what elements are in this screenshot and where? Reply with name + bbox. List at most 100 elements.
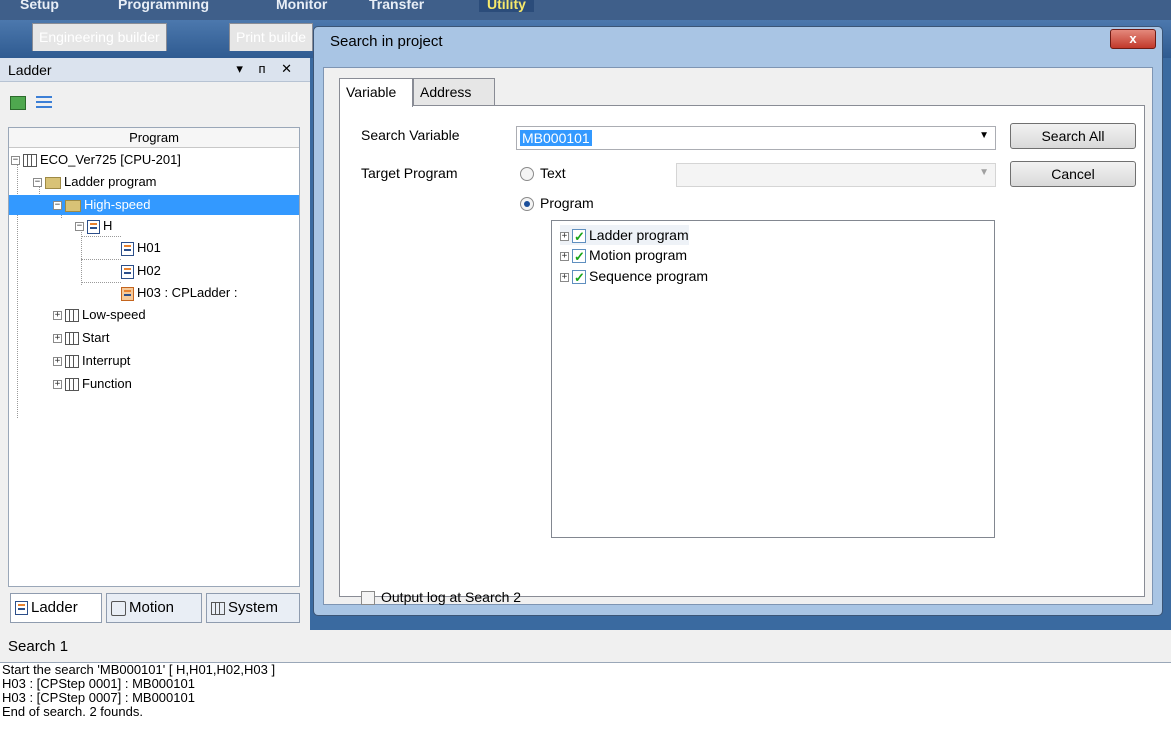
tree-node-label: High-speed — [84, 197, 151, 212]
target-program-label: Target Program — [361, 165, 458, 181]
search-variable-label: Search Variable — [361, 127, 460, 143]
tab-motion[interactable]: Motion — [106, 593, 202, 623]
tab-label: System — [228, 599, 279, 616]
ladder-pane-title: Ladder — [8, 62, 52, 78]
tree-node-label: Start — [82, 330, 110, 345]
system-icon — [211, 601, 225, 615]
ladder-pane: Program − ECO_Ver725 [CPU-201] − Ladder pr… — [0, 82, 310, 627]
tree-node-high-speed[interactable]: − High-speed — [9, 195, 299, 215]
expand-icon[interactable]: + — [560, 272, 569, 282]
list-view-icon[interactable] — [35, 95, 52, 110]
ladder-sheet-icon — [121, 241, 134, 256]
tree-node-root[interactable]: − ECO_Ver725 [CPU-201] — [11, 150, 181, 170]
program-tree-item-motion[interactable]: + Motion program — [560, 245, 688, 267]
tree-node-label: Low-speed — [82, 307, 146, 322]
menu-item-programming[interactable]: Programming — [118, 0, 209, 12]
tab-system[interactable]: System — [206, 593, 300, 623]
program-group-icon — [65, 332, 79, 346]
dropdown-arrow-icon[interactable]: ▼ — [979, 130, 989, 141]
radio-program[interactable] — [520, 197, 534, 211]
menu-item-utility[interactable]: Utility — [479, 0, 534, 12]
tree-node-h01[interactable]: H01 — [121, 238, 161, 258]
tree-node-h[interactable]: − H — [75, 216, 112, 236]
new-program-icon[interactable] — [10, 95, 26, 110]
tree-guide — [81, 259, 121, 260]
tree-guide — [81, 236, 121, 237]
cpladder-sheet-icon — [121, 286, 134, 301]
tab-ladder[interactable]: Ladder — [10, 593, 102, 623]
collapse-icon[interactable]: − — [53, 201, 62, 211]
expand-icon[interactable]: + — [560, 251, 569, 261]
tree-item-label: Sequence program — [589, 268, 709, 284]
program-tree-item-ladder[interactable]: + Ladder program — [560, 225, 689, 247]
expand-icon[interactable]: + — [560, 231, 569, 241]
output-log-checkbox[interactable] — [361, 591, 375, 605]
tree-node-function[interactable]: + Function — [53, 374, 132, 394]
tree-item-label: Motion program — [589, 247, 688, 263]
menu-item-monitor[interactable]: Monitor — [276, 0, 327, 12]
expand-icon[interactable]: + — [53, 357, 62, 367]
tree-node-label: H01 — [137, 240, 161, 255]
close-button[interactable]: x — [1110, 29, 1156, 49]
log-line[interactable]: H03 : [CPStep 0001] : MB000101 — [0, 677, 1171, 691]
collapse-icon[interactable]: − — [33, 178, 42, 188]
tab-label: Ladder — [31, 599, 78, 616]
search-results-log: Start the search 'MB000101' [ H,H01,H02,… — [0, 662, 1171, 738]
tab-print-builder[interactable]: Print builde — [229, 23, 314, 51]
expand-icon[interactable]: + — [53, 334, 62, 344]
tree-item-label: Ladder program — [589, 227, 689, 243]
search-dialog: Search in project x Variable Address Sea… — [313, 26, 1163, 616]
tree-node-h02[interactable]: H02 — [121, 261, 161, 281]
search-results-header: Search 1 — [0, 630, 1171, 662]
radio-program-label: Program — [540, 195, 594, 211]
tree-node-label: Interrupt — [82, 353, 131, 368]
tab-engineering-builder[interactable]: Engineering builder — [32, 23, 167, 51]
search-variable-combo[interactable]: MB000101 ▼ — [516, 126, 996, 150]
tree-node-start[interactable]: + Start — [53, 328, 109, 348]
expand-icon[interactable]: + — [53, 311, 62, 321]
log-line[interactable]: End of search. 2 founds. — [0, 705, 1171, 719]
text-combo[interactable]: ▼ — [676, 163, 996, 187]
tree-node-label: ECO_Ver725 [CPU-201] — [40, 152, 181, 167]
log-line[interactable]: Start the search 'MB000101' [ H,H01,H02,… — [0, 663, 1171, 677]
motion-icon — [111, 600, 126, 616]
checkbox-sequence-program[interactable] — [572, 268, 586, 288]
search-variable-value: MB000101 — [520, 130, 592, 146]
tree-guide — [81, 282, 121, 283]
tree-node-label: H02 — [137, 263, 161, 278]
program-group-icon — [65, 309, 79, 323]
tree-node-h03[interactable]: H03 : CPLadder : — [121, 283, 237, 303]
dropdown-arrow-icon[interactable]: ▼ — [979, 167, 989, 178]
pane-controls[interactable]: ▾ ᴨ ✕ — [236, 61, 298, 77]
tree-node-low-speed[interactable]: + Low-speed — [53, 305, 146, 325]
ladder-pane-header: Ladder ▾ ᴨ ✕ — [0, 58, 310, 82]
program-group-icon — [65, 355, 79, 369]
folder-open-icon — [65, 199, 81, 212]
checkbox-motion-program[interactable] — [572, 247, 586, 267]
program-tree-item-sequence[interactable]: + Sequence program — [560, 266, 709, 288]
collapse-icon[interactable]: − — [75, 222, 84, 232]
search-all-button[interactable]: Search All — [1010, 123, 1136, 149]
menu-item-transfer[interactable]: Transfer — [369, 0, 424, 12]
tree-node-label: H — [103, 218, 113, 233]
tree-column-header: Program — [9, 128, 299, 148]
tree-node-label: Ladder program — [64, 174, 157, 189]
ladder-sheet-icon — [87, 219, 100, 234]
tree-node-label: H03 : CPLadder : — [137, 285, 238, 300]
checkbox-ladder-program[interactable] — [572, 227, 586, 247]
menu-item-setup[interactable]: Setup — [20, 0, 59, 12]
tab-address[interactable]: Address — [413, 78, 495, 106]
search-results-title: Search 1 — [8, 638, 69, 655]
log-line[interactable]: H03 : [CPStep 0007] : MB000101 — [0, 691, 1171, 705]
radio-text[interactable] — [520, 167, 534, 181]
dialog-title: Search in project — [330, 33, 443, 50]
expand-icon[interactable]: + — [53, 380, 62, 390]
tree-node-interrupt[interactable]: + Interrupt — [53, 351, 130, 371]
tab-variable[interactable]: Variable — [339, 78, 413, 107]
program-group-icon — [65, 378, 79, 392]
cancel-button[interactable]: Cancel — [1010, 161, 1136, 187]
collapse-icon[interactable]: − — [11, 156, 20, 166]
program-selection-tree: + Ladder program + Motion program + Sequenc… — [551, 220, 995, 538]
tree-node-ladder-program[interactable]: − Ladder program — [33, 172, 157, 192]
ladder-toolbar — [10, 94, 52, 114]
